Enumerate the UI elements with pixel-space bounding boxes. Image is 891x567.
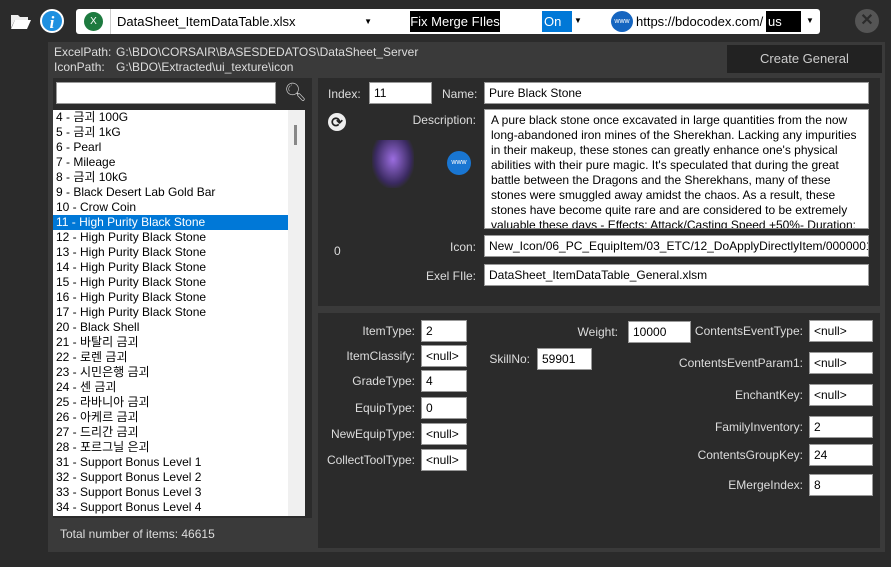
- total-items: Total number of items: 46615: [60, 527, 215, 541]
- field-label: NewEquipType:: [330, 427, 415, 441]
- www-icon[interactable]: www: [447, 151, 471, 175]
- list-item[interactable]: 26 - 아케르 금괴: [53, 410, 288, 425]
- list-item[interactable]: 33 - Support Bonus Level 3: [53, 485, 288, 500]
- list-item[interactable]: 20 - Black Shell: [53, 320, 288, 335]
- field-input[interactable]: <null>: [421, 423, 467, 445]
- index-input[interactable]: 11: [369, 82, 432, 104]
- description-text[interactable]: A pure black stone once excavated in lar…: [484, 109, 869, 229]
- file-select[interactable]: DataSheet_ItemDataTable.xlsx ▼: [110, 9, 378, 34]
- list-item[interactable]: 32 - Support Bonus Level 2: [53, 470, 288, 485]
- item-icon-image: [372, 140, 414, 188]
- close-icon[interactable]: ✕: [855, 9, 879, 33]
- list-item[interactable]: 22 - 로렌 금괴: [53, 350, 288, 365]
- icon-path-label: IconPath:: [54, 60, 105, 74]
- field-label: EMergeIndex:: [728, 478, 803, 492]
- field-input[interactable]: <null>: [809, 384, 873, 406]
- field-label: ContentsEventType:: [694, 324, 803, 338]
- field-input[interactable]: 0: [421, 397, 467, 419]
- language-select[interactable]: us ▼: [766, 11, 816, 32]
- field-input[interactable]: 59901: [537, 348, 592, 370]
- chevron-down-icon: ▼: [364, 17, 372, 26]
- field-label: GradeType:: [352, 374, 415, 388]
- search-icon[interactable]: 🔍︎: [284, 82, 307, 104]
- list-item[interactable]: 31 - Support Bonus Level 1: [53, 455, 288, 470]
- chevron-down-icon: ▼: [574, 16, 582, 25]
- list-item[interactable]: 13 - High Purity Black Stone: [53, 245, 288, 260]
- counter-value: 0: [334, 244, 341, 258]
- list-item[interactable]: 25 - 라바니아 금괴: [53, 395, 288, 410]
- scrollbar-thumb[interactable]: [294, 125, 297, 145]
- language-value: us: [766, 11, 801, 32]
- field-input[interactable]: <null>: [421, 345, 467, 367]
- list-item[interactable]: 24 - 센 금괴: [53, 380, 288, 395]
- list-item[interactable]: 21 - 바탈리 금괴: [53, 335, 288, 350]
- field-input[interactable]: <null>: [809, 320, 873, 342]
- list-item[interactable]: 8 - 금괴 10kG: [53, 170, 288, 185]
- list-item[interactable]: 7 - Mileage: [53, 155, 288, 170]
- field-input[interactable]: 24: [809, 444, 873, 466]
- toggle-value: On: [542, 11, 572, 32]
- list-item[interactable]: 10 - Crow Coin: [53, 200, 288, 215]
- list-item[interactable]: 6 - Pearl: [53, 140, 288, 155]
- index-label: Index:: [328, 87, 361, 101]
- field-input[interactable]: 10000: [628, 321, 691, 343]
- list-item[interactable]: 27 - 드리간 금괴: [53, 425, 288, 440]
- excel-path-value: G:\BDO\CORSAIR\BASESDEDATOS\DataSheet_Se…: [116, 45, 419, 59]
- create-general-item-table-button[interactable]: Create General Item_Table: [727, 45, 882, 94]
- list-item[interactable]: 16 - High Purity Black Stone: [53, 290, 288, 305]
- list-item[interactable]: 28 - 포르그닐 은괴: [53, 440, 288, 455]
- open-folder-icon[interactable]: [10, 12, 32, 30]
- field-input[interactable]: 8: [809, 474, 873, 496]
- toolbar: X DataSheet_ItemDataTable.xlsx ▼ Fix Merg…: [76, 9, 820, 34]
- field-label: EnchantKey:: [734, 388, 803, 402]
- fix-merge-files-button[interactable]: Fix Merge FIles: [410, 11, 500, 32]
- list-item[interactable]: 23 - 시민은행 금괴: [53, 365, 288, 380]
- field-label: ContentsEventParam1:: [678, 356, 803, 370]
- icon-path-value: G:\BDO\Extracted\ui_texture\icon: [116, 60, 294, 74]
- list-item[interactable]: 14 - High Purity Black Stone: [53, 260, 288, 275]
- field-label: FamilyInventory:: [714, 420, 803, 434]
- list-item[interactable]: 15 - High Purity Black Stone: [53, 275, 288, 290]
- exel-file-label: Exel FIle:: [425, 269, 476, 283]
- excel-icon: X: [84, 12, 103, 31]
- field-input[interactable]: <null>: [421, 449, 467, 471]
- list-item[interactable]: 5 - 금괴 1kG: [53, 125, 288, 140]
- description-label: Description:: [412, 113, 476, 127]
- field-input[interactable]: <null>: [809, 352, 873, 374]
- url-text[interactable]: https://bdocodex.com/: [636, 9, 763, 34]
- list-scrollbar[interactable]: [288, 110, 305, 516]
- excel-path-label: ExcelPath:: [54, 45, 112, 59]
- field-label: ItemType:: [362, 324, 415, 338]
- field-label: EquipType:: [354, 401, 415, 415]
- search-input[interactable]: [56, 82, 276, 104]
- list-item[interactable]: 11 - High Purity Black Stone: [53, 215, 288, 230]
- field-input[interactable]: 2: [421, 320, 467, 342]
- list-item[interactable]: 17 - High Purity Black Stone: [53, 305, 288, 320]
- field-label: CollectToolType:: [326, 453, 415, 467]
- list-item[interactable]: 9 - Black Desert Lab Gold Bar: [53, 185, 288, 200]
- paths-block: ExcelPath: G:\BDO\CORSAIR\BASESDEDATOS\Da…: [54, 45, 418, 75]
- name-label: Name:: [442, 87, 478, 101]
- icon-path-input[interactable]: New_Icon/06_PC_EquipItem/03_ETC/12_DoApp…: [484, 235, 869, 257]
- field-input[interactable]: 4: [421, 370, 467, 392]
- list-item[interactable]: 12 - High Purity Black Stone: [53, 230, 288, 245]
- file-select-value: DataSheet_ItemDataTable.xlsx: [117, 14, 296, 29]
- field-label: Weight:: [577, 325, 618, 339]
- exel-file-input[interactable]: DataSheet_ItemDataTable_General.xlsm: [484, 264, 869, 286]
- refresh-icon[interactable]: ⟳: [328, 113, 346, 131]
- list-item[interactable]: 4 - 금괴 100G: [53, 110, 288, 125]
- field-input[interactable]: 2: [809, 416, 873, 438]
- list-item[interactable]: 34 - Support Bonus Level 4: [53, 500, 288, 515]
- field-label: ItemClassify:: [346, 349, 415, 363]
- field-label: ContentsGroupKey:: [697, 448, 803, 462]
- chevron-down-icon: ▼: [806, 16, 814, 25]
- www-icon[interactable]: www: [611, 11, 633, 32]
- info-icon[interactable]: i: [40, 9, 64, 33]
- icon-label: Icon:: [449, 240, 476, 254]
- toggle-select[interactable]: On ▼: [542, 11, 582, 32]
- name-input[interactable]: Pure Black Stone: [484, 82, 869, 104]
- item-list[interactable]: 4 - 금괴 100G 5 - 금괴 1kG 6 - Pearl 7 - Mileag…: [53, 110, 288, 516]
- field-label: SkillNo:: [489, 352, 530, 366]
